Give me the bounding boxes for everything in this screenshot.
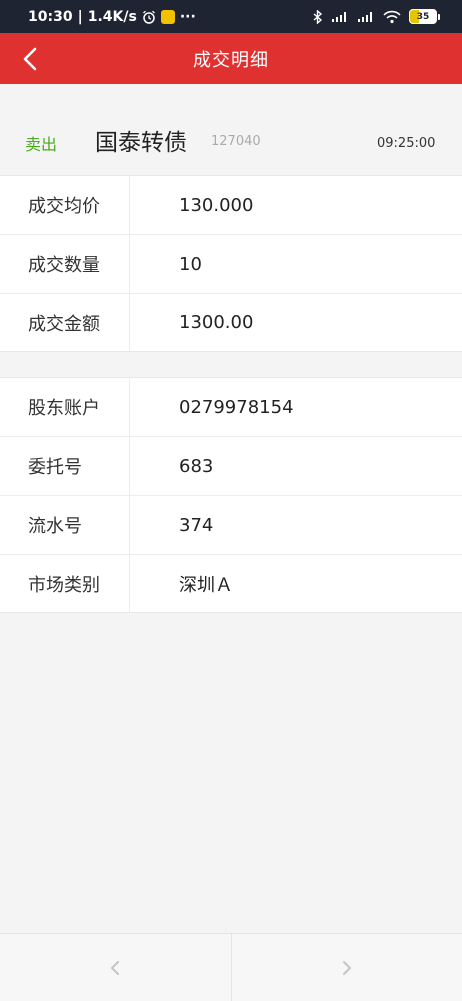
trade-details-table: 成交均价 130.000 成交数量 10 成交金额 1300.00 xyxy=(0,175,462,352)
table-row: 成交均价 130.000 xyxy=(0,175,462,234)
order-number-value: 683 xyxy=(179,437,213,495)
signal-icon xyxy=(331,11,349,23)
status-left: 10:30 | 1.4K/s ··· xyxy=(28,9,196,25)
account-details-table: 股东账户 0279978154 委托号 683 流水号 374 市场类别 深圳Ａ xyxy=(0,377,462,613)
avg-price-value: 130.000 xyxy=(179,176,253,234)
table-row: 股东账户 0279978154 xyxy=(0,377,462,436)
trade-side-label: 卖出 xyxy=(25,131,57,155)
stock-name: 国泰转债 xyxy=(95,123,187,157)
stock-info: 卖出 国泰转债 127040 09:25:00 xyxy=(0,84,462,175)
chevron-left-icon xyxy=(110,960,120,976)
alarm-icon xyxy=(142,10,156,24)
status-divider: | xyxy=(78,9,83,25)
quantity-label: 成交数量 xyxy=(0,235,130,293)
shareholder-account-value: 0279978154 xyxy=(179,378,294,436)
next-record-button[interactable] xyxy=(232,934,462,1001)
market-type-label: 市场类别 xyxy=(0,555,130,612)
status-right: 35 xyxy=(313,9,440,24)
status-bar: 10:30 | 1.4K/s ··· 35 xyxy=(0,0,462,33)
table-row: 流水号 374 xyxy=(0,495,462,554)
status-more: ··· xyxy=(180,9,196,25)
chevron-right-icon xyxy=(342,960,352,976)
chevron-left-icon xyxy=(23,47,37,71)
wifi-icon xyxy=(383,10,401,24)
serial-number-value: 374 xyxy=(179,496,213,554)
battery-level: 35 xyxy=(417,12,430,22)
previous-record-button[interactable] xyxy=(0,934,232,1001)
trade-time: 09:25:00 xyxy=(377,136,435,151)
battery-icon: 35 xyxy=(409,9,440,24)
quantity-value: 10 xyxy=(179,235,202,293)
shareholder-account-label: 股东账户 xyxy=(0,378,130,436)
table-row: 成交金额 1300.00 xyxy=(0,293,462,352)
serial-number-label: 流水号 xyxy=(0,496,130,554)
market-type-value: 深圳Ａ xyxy=(179,555,233,612)
table-row: 委托号 683 xyxy=(0,436,462,495)
back-button[interactable] xyxy=(8,33,52,84)
app-notification-icon xyxy=(161,10,175,24)
avg-price-label: 成交均价 xyxy=(0,176,130,234)
table-row: 成交数量 10 xyxy=(0,234,462,293)
bluetooth-icon xyxy=(313,10,323,24)
page-title: 成交明细 xyxy=(193,46,269,72)
amount-value: 1300.00 xyxy=(179,294,253,351)
app-header: 成交明细 xyxy=(0,33,462,84)
status-time: 10:30 xyxy=(28,9,73,25)
amount-label: 成交金额 xyxy=(0,294,130,351)
stock-code: 127040 xyxy=(211,134,261,149)
table-row: 市场类别 深圳Ａ xyxy=(0,554,462,613)
order-number-label: 委托号 xyxy=(0,437,130,495)
hd-signal-icon xyxy=(357,11,375,23)
bottom-nav xyxy=(0,933,462,1001)
status-speed: 1.4K/s xyxy=(88,9,137,25)
